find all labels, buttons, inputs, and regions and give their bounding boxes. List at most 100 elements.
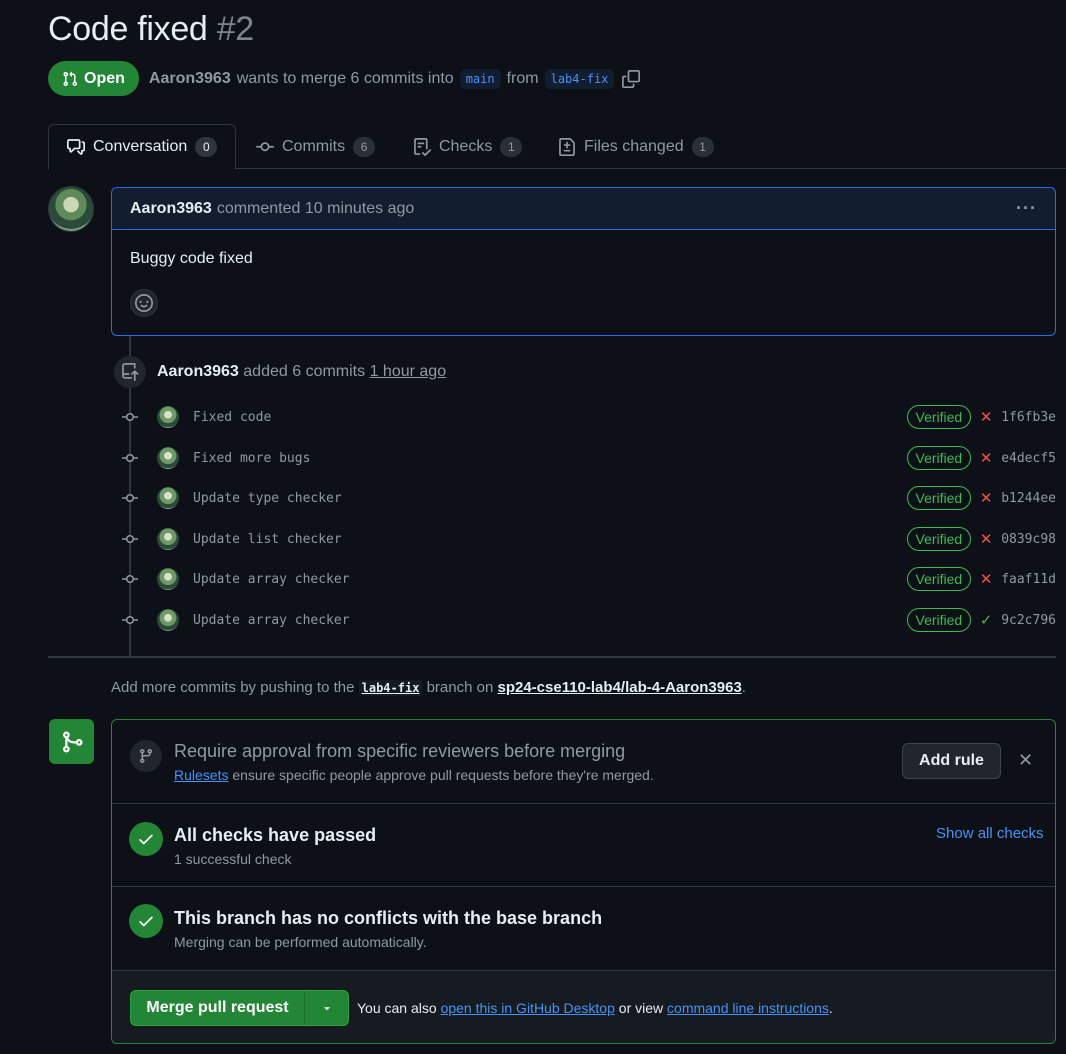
git-commit-icon [117,491,143,505]
verified-badge[interactable]: Verified [906,486,972,510]
avatar[interactable] [157,528,179,550]
avatar[interactable] [157,609,179,631]
tab-checks-label: Checks [439,137,493,155]
commit-message[interactable]: Update type checker [193,491,342,506]
timeline-divider [48,656,1056,658]
merge-note-prefix: You can also [357,1000,437,1016]
git-branch-icon [130,740,162,772]
tab-files-changed[interactable]: Files changed 1 [558,124,714,169]
tab-checks[interactable]: Checks 1 [413,124,523,169]
pr-comment: Aaron3963 commented 10 minutes ago ··· B… [111,187,1056,336]
command-line-link[interactable]: command line instructions [667,1000,829,1016]
commit-sha[interactable]: 9c2c796 [1001,613,1056,628]
git-merge-icon [49,719,94,764]
verified-badge[interactable]: Verified [906,405,972,429]
verified-badge[interactable]: Verified [906,446,972,470]
avatar[interactable] [157,568,179,590]
avatar[interactable] [157,447,179,469]
commit-sha[interactable]: e4decf5 [1001,451,1056,466]
merge-action-section: Merge pull request You can also open thi… [112,971,1055,1043]
head-branch[interactable]: lab4-fix [544,68,615,89]
pr-title: Code fixed #2 [48,10,254,49]
commit-row[interactable]: Update list checker Verified ✕ 0839c98 [117,524,1056,554]
comment-author[interactable]: Aaron3963 [130,200,212,218]
ruleset-title: Require approval from specific reviewers… [174,741,626,761]
commits-event-author[interactable]: Aaron3963 [157,363,239,380]
x-icon[interactable]: ✕ [979,489,993,507]
commits-event-text: added 6 commits [243,363,366,380]
comment-action: commented 10 minutes ago [216,199,415,217]
commit-row[interactable]: Update type checker Verified ✕ b1244ee [117,483,1056,513]
show-all-checks-link[interactable]: Show all checks [936,825,1044,842]
tab-conversation-count: 0 [195,137,218,157]
check-icon[interactable]: ✓ [979,611,993,629]
commit-message[interactable]: Update list checker [193,532,342,547]
merge-box: Require approval from specific reviewers… [111,719,1056,1044]
x-icon[interactable]: ✕ [979,530,993,548]
copy-icon[interactable] [622,69,641,88]
tab-conversation-label: Conversation [93,138,188,155]
pr-number: #2 [216,10,255,48]
commit-row[interactable]: Update array checker Verified ✓ 9c2c796 [117,605,1056,635]
commit-message[interactable]: Update array checker [193,613,350,628]
tab-files-changed-count: 1 [691,136,714,157]
push-note-suffix: . [741,679,746,696]
smiley-icon[interactable] [130,289,158,317]
commit-row[interactable]: Fixed more bugs Verified ✕ e4decf5 [117,443,1056,473]
merge-pull-request-button[interactable]: Merge pull request [131,991,305,1025]
comment-header: Aaron3963 commented 10 minutes ago ··· [112,188,1055,230]
push-note-branch[interactable]: lab4-fix [358,680,423,696]
avatar[interactable] [157,406,179,428]
check-circle-icon [129,822,163,856]
triangle-down-icon[interactable] [305,991,348,1025]
pr-author-link[interactable]: Aaron3963 [149,70,231,88]
tab-commits[interactable]: Commits 6 [256,124,376,169]
checks-section: All checks have passed 1 successful chec… [112,804,1055,887]
commit-sha[interactable]: 1f6fb3e [1001,410,1056,425]
close-icon[interactable]: ✕ [1018,750,1033,771]
x-icon[interactable]: ✕ [979,408,993,426]
pr-title-text: Code fixed [48,10,208,48]
avatar[interactable] [157,487,179,509]
verified-badge[interactable]: Verified [906,608,972,632]
rulesets-link[interactable]: Rulesets [174,767,228,783]
commit-sha[interactable]: faaf11d [1001,572,1056,587]
merge-button-group: Merge pull request [130,990,349,1026]
avatar[interactable] [48,186,94,232]
add-rule-button[interactable]: Add rule [902,743,1001,779]
push-note-prefix: Add more commits by pushing to the [111,679,355,696]
commit-message[interactable]: Fixed more bugs [193,451,310,466]
checklist-icon [414,137,431,156]
ruleset-subtitle-text: ensure specific people approve pull requ… [232,767,654,783]
ruleset-section: Require approval from specific reviewers… [112,720,1055,804]
commit-sha[interactable]: 0839c98 [1001,532,1056,547]
merge-note-suffix: . [828,1000,833,1016]
checks-title: All checks have passed [174,825,377,845]
x-icon[interactable]: ✕ [979,570,993,588]
git-commit-icon [117,410,143,424]
tab-conversation[interactable]: Conversation 0 [48,124,236,170]
verified-badge[interactable]: Verified [906,527,972,551]
push-note: Add more commits by pushing to the lab4-… [111,679,746,696]
file-diff-icon [559,137,575,156]
commit-row[interactable]: Update array checker Verified ✕ faaf11d [117,564,1056,594]
x-icon[interactable]: ✕ [979,449,993,467]
conflicts-title: This branch has no conflicts with the ba… [174,908,603,928]
checks-subtitle: 1 successful check [174,851,292,867]
conflicts-section: This branch has no conflicts with the ba… [112,887,1055,971]
commit-message[interactable]: Update array checker [193,572,350,587]
base-branch[interactable]: main [459,68,501,89]
commit-message[interactable]: Fixed code [193,410,271,425]
comment-discussion-icon [67,139,85,155]
github-desktop-link[interactable]: open this in GitHub Desktop [441,1000,615,1016]
pr-meta: Open Aaron3963 wants to merge 6 commits … [48,61,641,96]
ruleset-subtitle: Rulesets ensure specific people approve … [174,767,654,783]
commit-row[interactable]: Fixed code Verified ✕ 1f6fb3e [117,402,1056,432]
commits-event-time[interactable]: 1 hour ago [370,363,447,380]
push-note-repo[interactable]: sp24-cse110-lab4/lab-4-Aaron3963 [497,679,741,696]
pr-state-label: Open [84,69,125,87]
conflicts-subtitle: Merging can be performed automatically. [174,934,427,950]
commit-sha[interactable]: b1244ee [1001,491,1056,506]
verified-badge[interactable]: Verified [906,567,972,591]
kebab-menu-icon[interactable]: ··· [1016,198,1037,219]
